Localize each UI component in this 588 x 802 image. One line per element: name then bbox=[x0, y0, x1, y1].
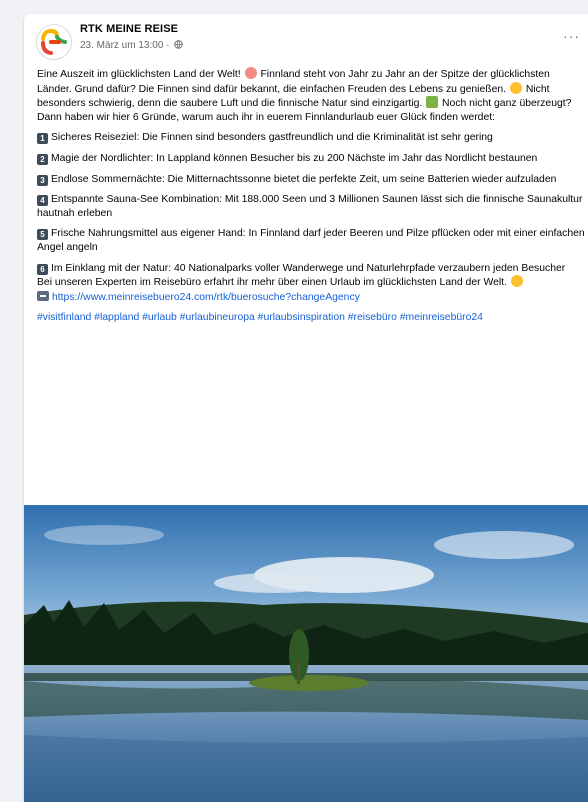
more-options-icon[interactable]: ··· bbox=[563, 28, 580, 44]
post-timestamp[interactable]: 23. März um 13:00 · bbox=[80, 40, 169, 51]
herb-emoji-icon bbox=[426, 96, 439, 109]
smiling-face-hearts-emoji-icon bbox=[244, 67, 257, 79]
reason-text: Magie der Nordlichter: In Lappland könne… bbox=[51, 152, 538, 164]
page-avatar[interactable] bbox=[36, 24, 72, 60]
keycap-6-icon: 6 bbox=[37, 263, 48, 275]
reason-text: Im Einklang mit der Natur: 40 Nationalpa… bbox=[51, 262, 566, 274]
reason-text: Entspannte Sauna-See Kombination: Mit 18… bbox=[37, 194, 583, 219]
closing-text: Bei unseren Experten im Reisebüro erfahr… bbox=[37, 277, 510, 289]
reason-6: 6 Im Einklang mit der Natur: 40 Nationalp… bbox=[37, 262, 585, 276]
page-name-link[interactable]: RTK MEINE REISE bbox=[80, 23, 178, 35]
keycap-4-icon: 4 bbox=[37, 195, 48, 207]
post-text: Eine Auszeit im glücklichsten Land der W… bbox=[37, 67, 585, 332]
post-header: RTK MEINE REISE 23. März um 13:00 · ··· bbox=[24, 14, 588, 60]
reason-2: 2 Magie der Nordlichter: In Lappland könn… bbox=[37, 152, 585, 166]
finland-lake-photo[interactable] bbox=[24, 505, 588, 802]
reason-4: 4 Entspannte Sauna-See Kombination: Mit 1… bbox=[37, 193, 585, 220]
agency-link[interactable]: https://www.meinreisebuero24.com/rtk/bue… bbox=[52, 292, 360, 303]
post-meta: 23. März um 13:00 · bbox=[80, 40, 183, 51]
reason-text: Sicheres Reiseziel: Die Finnen sind beso… bbox=[51, 132, 493, 144]
post-intro: Eine Auszeit im glücklichsten Land der W… bbox=[37, 67, 585, 124]
reason-5: 5 Frische Nahrungsmittel aus eigener Hand… bbox=[37, 227, 585, 254]
keycap-1-icon: 1 bbox=[37, 133, 48, 145]
reason-text: Frische Nahrungsmittel aus eigener Hand:… bbox=[37, 228, 585, 253]
smiling-face-emoji-icon bbox=[509, 81, 522, 94]
reason-text: Endlose Sommernächte: Die Mitternachtsso… bbox=[51, 173, 557, 185]
intro-text-1: Eine Auszeit im glücklichsten Land der W… bbox=[37, 69, 244, 80]
post-card: RTK MEINE REISE 23. März um 13:00 · ··· … bbox=[24, 14, 588, 802]
globe-icon bbox=[174, 40, 183, 49]
keycap-5-icon: 5 bbox=[37, 229, 48, 241]
reason-3: 3 Endlose Sommernächte: Die Mitternachtss… bbox=[37, 173, 585, 187]
rtk-logo-icon bbox=[41, 28, 67, 55]
hashtags[interactable]: #visitfinland #lappland #urlaub #urlaubi… bbox=[37, 311, 585, 325]
keycap-2-icon: 2 bbox=[37, 153, 48, 165]
closing-paragraph: Bei unseren Experten im Reisebüro erfahr… bbox=[37, 275, 585, 290]
reason-1: 1 Sicheres Reiseziel: Die Finnen sind bes… bbox=[37, 131, 585, 145]
keycap-3-icon: 3 bbox=[37, 174, 48, 186]
link-paragraph: https://www.meinreisebuero24.com/rtk/bue… bbox=[37, 290, 585, 305]
hugging-face-emoji-icon bbox=[510, 275, 523, 288]
link-arrow-icon bbox=[37, 290, 49, 301]
